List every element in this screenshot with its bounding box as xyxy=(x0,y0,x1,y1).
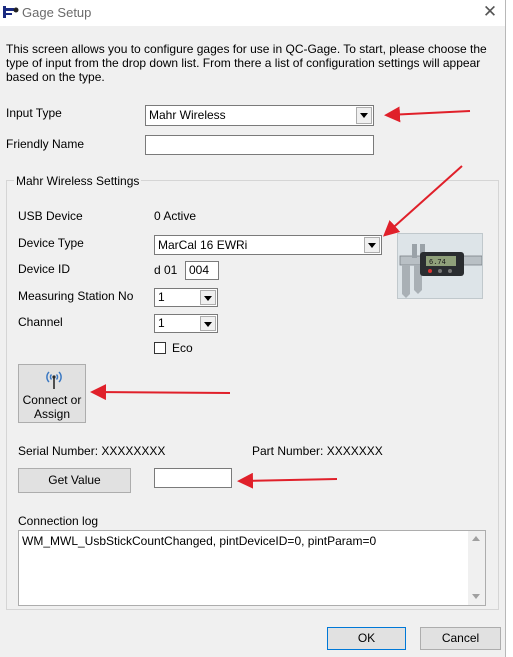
group-title: Mahr Wireless Settings xyxy=(14,174,142,188)
eco-checkbox[interactable] xyxy=(154,342,166,354)
device-id-prefix: d 01 xyxy=(154,263,178,277)
measuring-station-label: Measuring Station No xyxy=(18,289,134,303)
connection-log-text: WM_MWL_UsbStickCountChanged, pintDeviceI… xyxy=(22,534,377,548)
device-type-value: MarCal 16 EWRi xyxy=(158,238,248,252)
scroll-up-icon[interactable] xyxy=(472,536,480,541)
input-type-value: Mahr Wireless xyxy=(149,108,226,122)
dropdown-arrow-icon[interactable] xyxy=(364,237,380,253)
caliper-image: 6.74 xyxy=(397,233,483,299)
log-scrollbar[interactable] xyxy=(468,531,485,605)
ok-label: OK xyxy=(357,631,376,645)
channel-select[interactable]: 1 xyxy=(154,314,218,333)
channel-value: 1 xyxy=(158,316,165,330)
dropdown-arrow-icon[interactable] xyxy=(200,316,216,331)
get-value-button[interactable]: Get Value xyxy=(18,468,131,493)
part-number-text: Part Number: XXXXXXX xyxy=(252,444,383,458)
dropdown-arrow-icon[interactable] xyxy=(356,107,372,124)
close-icon[interactable]: ✕ xyxy=(476,1,504,23)
window-title: Gage Setup xyxy=(22,5,92,20)
title-bar: Gage Setup ✕ xyxy=(0,0,505,26)
usb-device-label: USB Device xyxy=(18,209,83,223)
cancel-button[interactable]: Cancel xyxy=(420,627,501,650)
measuring-station-value: 1 xyxy=(158,290,165,304)
connect-or-assign-button[interactable]: Connect or Assign xyxy=(18,364,86,423)
usb-device-value: 0 Active xyxy=(154,209,197,223)
value-field[interactable] xyxy=(154,468,232,488)
device-type-select[interactable]: MarCal 16 EWRi xyxy=(154,235,382,255)
serial-number-text: Serial Number: XXXXXXXX xyxy=(18,444,166,458)
intro-text: This screen allows you to configure gage… xyxy=(6,42,487,84)
eco-label: Eco xyxy=(172,341,193,355)
connection-log-label: Connection log xyxy=(18,514,99,528)
device-id-input[interactable]: 004 xyxy=(185,261,219,280)
dropdown-arrow-icon[interactable] xyxy=(200,290,216,305)
cancel-label: Cancel xyxy=(441,631,480,645)
friendly-name-input[interactable] xyxy=(145,135,374,155)
connect-label-line2: Assign xyxy=(33,407,71,421)
device-type-label: Device Type xyxy=(18,236,84,250)
gage-app-icon xyxy=(3,6,19,18)
input-type-select[interactable]: Mahr Wireless xyxy=(145,105,374,126)
connection-log-textarea[interactable]: WM_MWL_UsbStickCountChanged, pintDeviceI… xyxy=(18,530,486,606)
scroll-down-icon[interactable] xyxy=(472,594,480,599)
ok-button[interactable]: OK xyxy=(327,627,406,650)
friendly-name-label: Friendly Name xyxy=(6,137,85,151)
gage-setup-window: Gage Setup ✕ This screen allows you to c… xyxy=(0,0,506,657)
device-id-label: Device ID xyxy=(18,262,71,276)
measuring-station-select[interactable]: 1 xyxy=(154,288,218,307)
input-type-label: Input Type xyxy=(6,106,62,120)
wireless-antenna-icon xyxy=(46,371,62,389)
connect-label-line1: Connect or xyxy=(22,393,82,407)
svg-text:6.74: 6.74 xyxy=(429,258,446,266)
channel-label: Channel xyxy=(18,315,63,329)
